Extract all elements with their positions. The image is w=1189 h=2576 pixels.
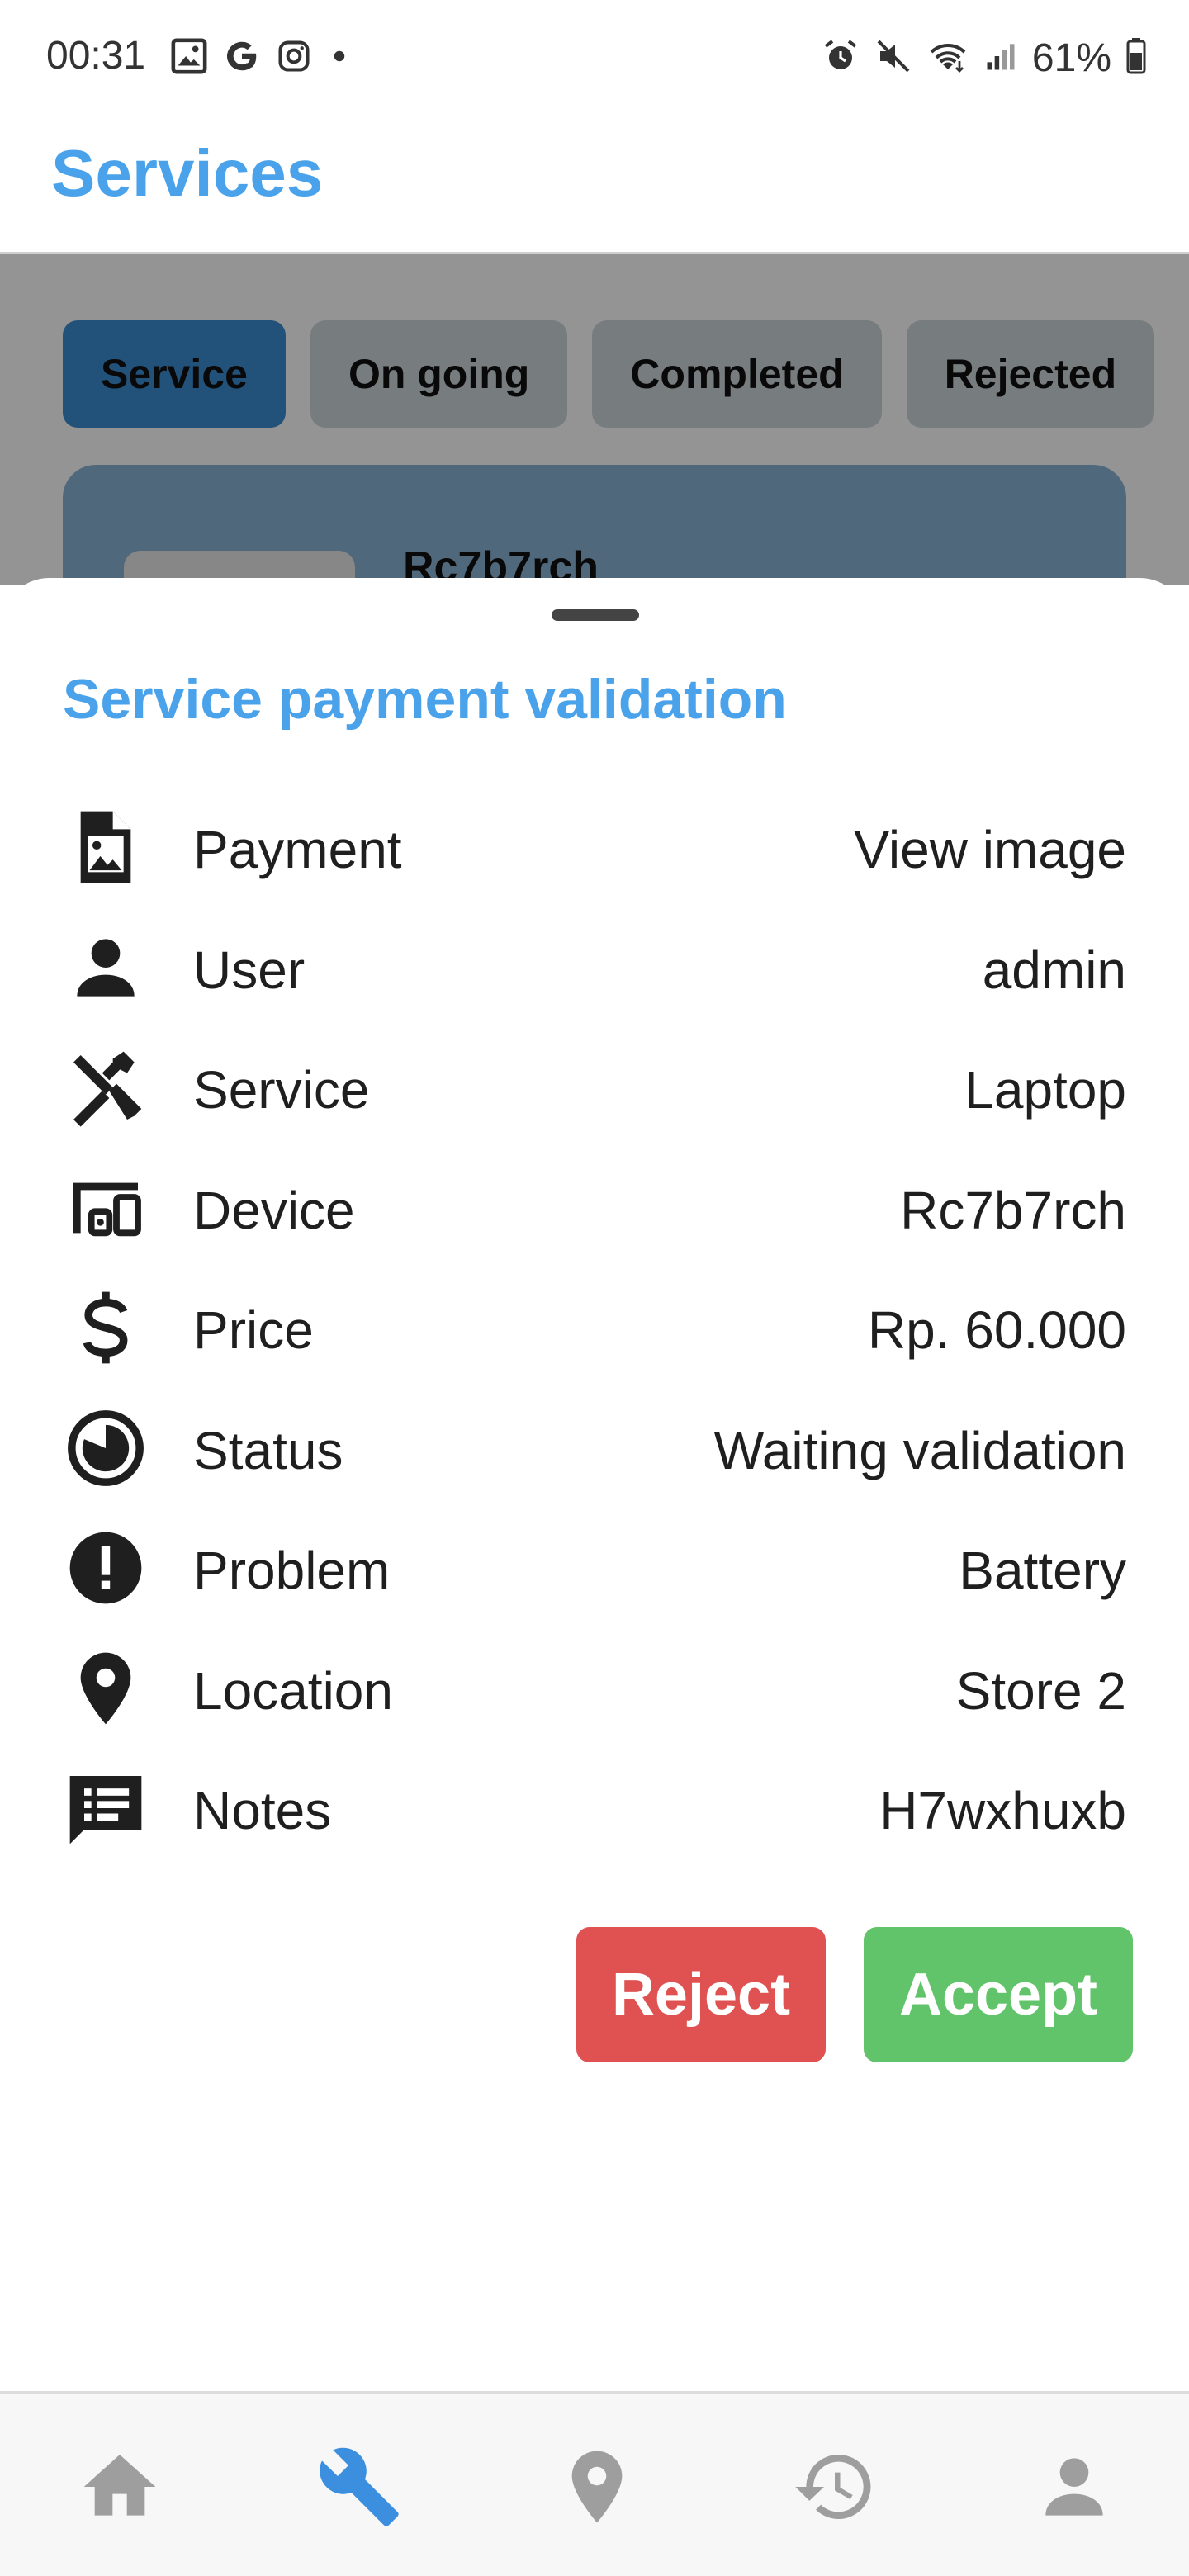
detail-label: Price [193,1300,314,1360]
modal-scrim[interactable] [0,254,1189,585]
drag-handle[interactable] [552,609,639,621]
signal-icon [983,36,1019,80]
nav-location[interactable] [552,2443,642,2534]
detail-row-price: Price Rp. 60.000 [63,1275,1126,1395]
detail-value: Battery [959,1541,1126,1600]
battery-icon [1125,36,1148,80]
detail-row-device: Device Rc7b7rch [63,1155,1126,1276]
detail-label: Service [193,1060,370,1120]
sheet-title: Service payment validation [63,668,787,731]
detail-label: Device [193,1180,355,1240]
status-notification-icons [170,36,352,79]
detail-label: User [193,940,306,1000]
reject-button[interactable]: Reject [576,1927,826,2062]
history-icon [792,2444,878,2534]
pie-clock-icon [63,1405,149,1491]
detail-row-service: Service Laptop [63,1035,1126,1155]
location-pin-icon [63,1646,149,1731]
tools-icon [63,1044,149,1130]
gallery-icon [170,37,208,79]
google-icon [223,37,261,79]
image-file-icon [63,804,149,890]
location-icon [554,2444,640,2534]
nav-home[interactable] [74,2443,165,2534]
status-bar: 00:31 61% [0,0,1189,116]
detail-row-status: Status Waiting validation [63,1395,1126,1516]
detail-value: H7wxhuxb [879,1781,1126,1840]
app-bar: Services [0,116,1189,254]
mute-icon [874,36,913,80]
nav-history[interactable] [789,2443,880,2534]
home-icon [77,2444,163,2534]
detail-list: Payment View image User admin Service La… [63,794,1126,1876]
profile-icon [1031,2444,1117,2534]
detail-row-user: User admin [63,915,1126,1035]
detail-value: Store 2 [955,1660,1126,1721]
detail-label: Payment [193,820,402,879]
status-time: 00:31 [46,34,146,78]
alarm-icon [821,36,860,80]
detail-label: Location [193,1660,393,1721]
detail-value: Waiting validation [713,1420,1126,1480]
payment-validation-sheet: Service payment validation Payment View … [0,578,1189,2391]
view-image-link[interactable]: View image [854,819,1126,880]
detail-value: Laptop [964,1060,1126,1120]
exclamation-icon [63,1525,149,1611]
devices-icon [63,1165,149,1251]
accept-button[interactable]: Accept [864,1927,1133,2062]
detail-value: Rc7b7rch [900,1180,1126,1240]
nav-services[interactable] [314,2443,405,2534]
wifi-icon [926,36,969,80]
detail-row-payment[interactable]: Payment View image [63,794,1126,915]
detail-row-location: Location Store 2 [63,1636,1126,1756]
dollar-icon [63,1285,149,1371]
detail-row-problem: Problem Battery [63,1515,1126,1636]
detail-label: Status [193,1420,343,1480]
battery-percentage: 61% [1031,36,1111,80]
instagram-icon [276,38,312,78]
person-icon [63,925,149,1011]
wrench-icon [316,2444,402,2534]
nav-profile[interactable] [1029,2443,1120,2534]
notes-icon [63,1765,149,1851]
status-system-icons: 61% [821,33,1148,83]
detail-value: admin [982,940,1126,1000]
detail-label: Notes [193,1781,332,1840]
detail-label: Problem [193,1541,391,1600]
bottom-navigation [0,2391,1189,2576]
detail-value: Rp. 60.000 [867,1300,1126,1360]
page-title: Services [51,136,324,210]
detail-row-notes: Notes H7wxhuxb [63,1755,1126,1876]
dot-icon [327,44,352,73]
